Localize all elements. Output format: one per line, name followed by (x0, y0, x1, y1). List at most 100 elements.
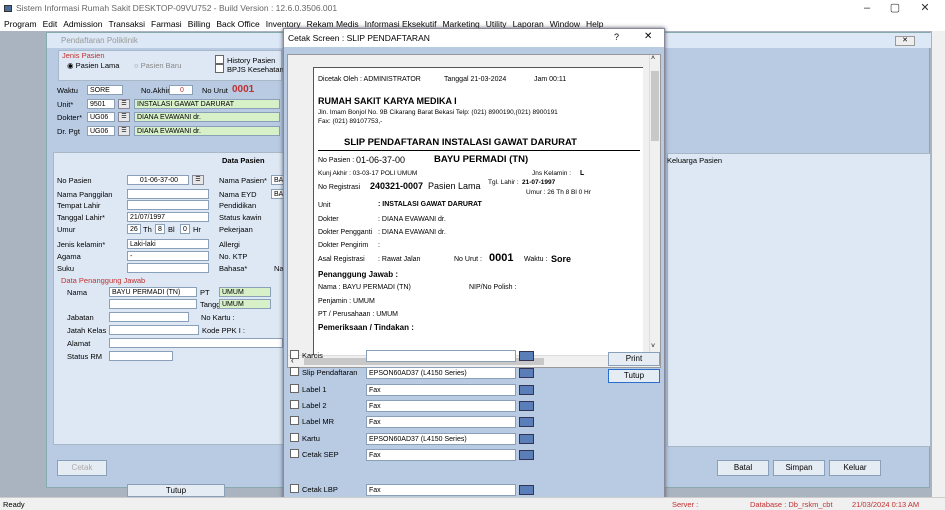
batal-button[interactable]: Batal (717, 460, 769, 476)
nama-eyd-label: Nama EYD (219, 190, 257, 199)
no-ktp-label: No. KTP (219, 252, 248, 261)
label-2-printer-field[interactable]: Fax (366, 400, 516, 412)
form-close-button[interactable]: ✕ (895, 36, 915, 46)
menu-program[interactable]: Program (4, 19, 37, 29)
label-2-checkbox[interactable] (290, 400, 299, 409)
tanggal-lahir-field[interactable]: 21/07/1997 (127, 212, 209, 222)
umur-th-unit: Th (143, 225, 152, 234)
option-kartu[interactable]: Kartu (290, 433, 320, 447)
option-label-1[interactable]: Label 1 (290, 384, 327, 398)
option-cetak-sep[interactable]: Cetak SEP (290, 449, 339, 463)
unit-code-field[interactable]: 9501 (87, 99, 115, 109)
agama-field[interactable]: - (127, 251, 209, 261)
nama-pasien-label: Nama Pasien* (219, 176, 267, 185)
print-button[interactable]: Print (608, 352, 660, 366)
label-2-printer-select-icon[interactable] (519, 401, 534, 411)
radio-pasien-lama[interactable]: ◉ Pasien Lama (67, 61, 119, 70)
karcis-printer-select-icon[interactable] (519, 351, 534, 361)
option-label-mr[interactable]: Label MR (290, 416, 334, 430)
dokter-label: Dokter* (57, 113, 83, 122)
status-rm-select[interactable] (109, 351, 173, 361)
tempat-lahir-field[interactable] (127, 200, 209, 210)
no-pasien-field[interactable]: 01-06-37-00 (127, 175, 189, 185)
label-mr-printer-select-icon[interactable] (519, 417, 534, 427)
nama-pj-field[interactable]: BAYU PERMADI (TN) (109, 287, 197, 297)
option-cetak-lbp[interactable]: Cetak LBP (290, 484, 338, 498)
maximize-button[interactable]: ▢ (882, 0, 908, 17)
nama-pj-field-2[interactable] (109, 299, 197, 309)
menu-edit[interactable]: Edit (43, 19, 58, 29)
karcis-checkbox[interactable] (290, 350, 299, 359)
label-1-checkbox[interactable] (290, 384, 299, 393)
dr-pgt-code-field[interactable]: UG06 (87, 126, 115, 136)
simpan-button[interactable]: Simpan (773, 460, 825, 476)
slip-pengirim-label: Dokter Pengirim (318, 242, 369, 249)
dialog-close-button[interactable]: ✕ (644, 31, 652, 42)
main-scrollbar[interactable] (932, 31, 945, 497)
pekerjaan-label: Pekerjaan (219, 225, 253, 234)
label-mr-printer-field[interactable]: Fax (366, 416, 516, 428)
bpjs-checkbox[interactable]: BPJS Kesehatan (215, 64, 284, 74)
jenis-kelamin-select[interactable]: Laki-laki (127, 239, 209, 249)
suku-field[interactable] (127, 263, 209, 273)
option-karcis[interactable]: Karcis (290, 350, 323, 364)
slip-dokter: : DIANA EVAWANI dr. (378, 216, 446, 223)
preview-vscroll[interactable]: ˄ ˅ (649, 55, 660, 355)
label-mr-checkbox[interactable] (290, 416, 299, 425)
close-window-button[interactable]: ✕ (912, 0, 938, 17)
option-label-2[interactable]: Label 2 (290, 400, 327, 414)
kartu-printer-field[interactable]: EPSON60AD37 (L4150 Series) (366, 433, 516, 445)
umur-hr-field[interactable]: 0 (180, 224, 190, 234)
cetak-sep-printer-field[interactable]: Fax (366, 449, 516, 461)
jabatan-field[interactable] (109, 312, 189, 322)
dialog-tutup-button[interactable]: Tutup (608, 369, 660, 383)
kartu-printer-select-icon[interactable] (519, 434, 534, 444)
keluar-button[interactable]: Keluar (829, 460, 881, 476)
cetak-sep-checkbox[interactable] (290, 449, 299, 458)
karcis-printer-field[interactable] (366, 350, 516, 362)
dialog-help-button[interactable]: ? (614, 32, 619, 42)
menu-transaksi[interactable]: Transaksi (108, 19, 145, 29)
dokter-code-field[interactable]: UG06 (87, 112, 115, 122)
slip-umur: Umur : 26 Th 8 Bl 0 Hr (526, 189, 591, 196)
tutup-bg-button[interactable]: Tutup (127, 484, 225, 497)
dr-pgt-lookup-icon[interactable]: ☰ (118, 126, 130, 136)
unit-lookup-icon[interactable]: ☰ (118, 99, 130, 109)
menu-admission[interactable]: Admission (63, 19, 102, 29)
option-slip-pendaftaran[interactable]: Slip Pendaftaran (290, 367, 357, 381)
label-1-printer-field[interactable]: Fax (366, 384, 516, 396)
label-1-printer-select-icon[interactable] (519, 385, 534, 395)
slip-unit-label: Unit (318, 202, 331, 209)
nama-panggilan-field[interactable] (127, 189, 209, 199)
cetak-button[interactable]: Cetak (57, 460, 107, 476)
cetak-lbp-checkbox[interactable] (290, 484, 299, 493)
slip-pendaftaran-printer-select-icon[interactable] (519, 368, 534, 378)
slip-no-urut-label: No Urut : (454, 256, 483, 263)
menu-billing[interactable]: Billing (188, 19, 211, 29)
waktu-field[interactable]: SORE (87, 85, 123, 95)
jatah-kelas-select[interactable] (109, 325, 199, 335)
minimize-button[interactable]: – (854, 0, 880, 17)
nama-panggilan-label: Nama Panggilan (57, 190, 113, 199)
cetak-lbp-printer-select-icon[interactable] (519, 485, 534, 495)
slip-pendaftaran-printer-field[interactable]: EPSON60AD37 (L4150 Series) (366, 367, 516, 379)
slip-pendaftaran-checkbox[interactable] (290, 367, 299, 376)
slip-pengirim: : (378, 242, 380, 249)
umur-bl-field[interactable]: 8 (155, 224, 165, 234)
slip-no-pasien: 01-06-37-00 (356, 155, 406, 165)
radio-pasien-baru[interactable]: ○ Pasien Baru (134, 61, 181, 70)
pasien-lookup-icon[interactable]: ☰ (192, 175, 204, 185)
cetak-lbp-printer-field[interactable]: Fax (366, 484, 516, 496)
kartu-checkbox[interactable] (290, 433, 299, 442)
scroll-down-icon[interactable]: ˅ (651, 343, 655, 350)
cetak-sep-printer-select-icon[interactable] (519, 450, 534, 460)
alamat-field[interactable] (109, 338, 283, 348)
app-icon (4, 5, 12, 12)
preview-vscroll-thumb[interactable] (651, 71, 659, 141)
menu-back-office[interactable]: Back Office (216, 19, 259, 29)
penanggung-jawab-title: Data Penanggung Jawab (61, 276, 146, 285)
menu-farmasi[interactable]: Farmasi (151, 19, 182, 29)
umur-th-field[interactable]: 26 (127, 224, 141, 234)
scroll-up-icon[interactable]: ˄ (651, 55, 655, 62)
dokter-lookup-icon[interactable]: ☰ (118, 112, 130, 122)
